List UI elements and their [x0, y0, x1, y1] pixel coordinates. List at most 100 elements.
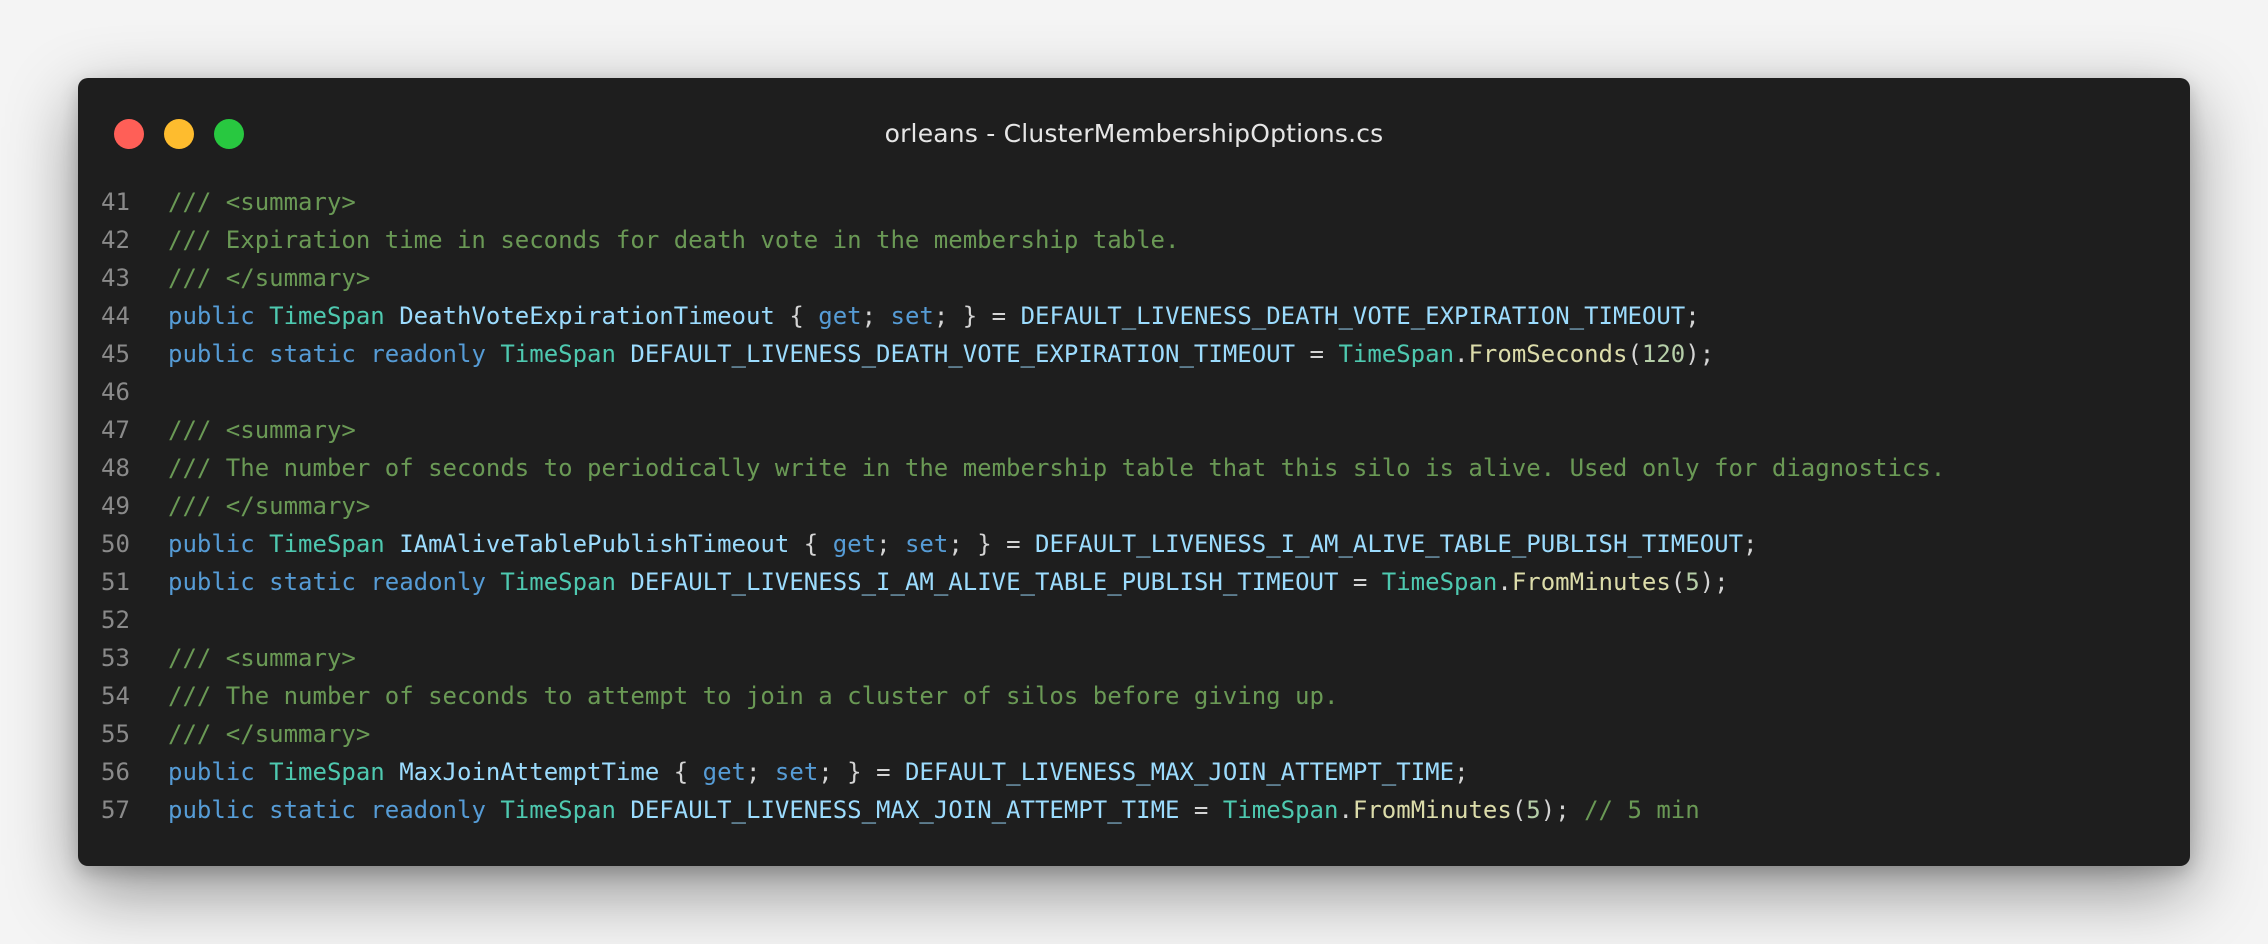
code-token-punct: [385, 758, 399, 786]
code-token-punct: =: [1338, 568, 1382, 596]
code-token-punct: [255, 340, 269, 368]
code-token-punct: [486, 340, 500, 368]
code-token-punct: );: [1699, 568, 1729, 596]
code-token-punct: {: [774, 302, 819, 330]
code-token-punct: (: [1670, 568, 1686, 596]
line-number: 48: [101, 454, 130, 482]
line-number: 52: [101, 606, 130, 634]
code-token-ident: DEFAULT_LIVENESS_MAX_JOIN_ATTEMPT_TIME: [630, 796, 1180, 824]
code-token-comment: /// <summary>: [168, 188, 356, 216]
code-token-punct: ;: [876, 530, 905, 558]
code-token-keyword: get: [702, 758, 747, 786]
line-number: 49: [101, 492, 130, 520]
code-token-comment: /// <summary>: [168, 416, 356, 444]
code-token-keyword: static: [269, 796, 356, 824]
code-token-punct: ; } =: [818, 758, 905, 786]
code-token-punct: .: [1338, 796, 1353, 824]
code-line: 52: [78, 601, 1945, 639]
line-code: /// <summary>: [168, 411, 356, 449]
line-code: /// The number of seconds to periodicall…: [168, 449, 1945, 487]
line-code: /// Expiration time in seconds for death…: [168, 221, 1179, 259]
line-number: 42: [101, 226, 130, 254]
code-token-punct: [356, 340, 370, 368]
code-token-ident: DEFAULT_LIVENESS_I_AM_ALIVE_TABLE_PUBLIS…: [1035, 530, 1744, 558]
code-token-keyword: get: [818, 302, 862, 330]
code-token-keyword: public: [168, 796, 255, 824]
line-number: 57: [101, 796, 130, 824]
window-title: orleans - ClusterMembershipOptions.cs: [884, 119, 1384, 148]
code-line: 54 /// The number of seconds to attempt t…: [78, 677, 1945, 715]
line-number: 45: [101, 340, 130, 368]
code-token-ident: DEFAULT_LIVENESS_DEATH_VOTE_EXPIRATION_T…: [630, 340, 1296, 368]
code-token-keyword: public: [168, 530, 255, 558]
code-token-punct: [356, 796, 370, 824]
code-window: orleans - ClusterMembershipOptions.cs 41…: [78, 78, 2190, 866]
code-editor: 41 /// <summary> 42 /// Expiration time in …: [78, 183, 1945, 829]
code-token-number: 120: [1641, 340, 1686, 368]
code-token-type: TimeSpan: [500, 340, 616, 368]
code-token-type: TimeSpan: [1222, 796, 1339, 824]
code-token-keyword: readonly: [370, 568, 486, 596]
code-token-keyword: set: [904, 530, 949, 558]
code-token-keyword: public: [168, 302, 255, 330]
code-line: 43 /// </summary>: [78, 259, 1945, 297]
code-token-type: TimeSpan: [269, 530, 385, 558]
code-token-type: TimeSpan: [269, 758, 385, 786]
code-token-punct: ;: [746, 758, 775, 786]
code-token-punct: [255, 302, 269, 330]
code-token-type: TimeSpan: [1381, 568, 1498, 596]
code-line: 49 /// </summary>: [78, 487, 1945, 525]
line-number: 51: [101, 568, 130, 596]
code-token-type: TimeSpan: [1338, 340, 1455, 368]
code-token-type: TimeSpan: [269, 302, 385, 330]
code-token-punct: [486, 796, 500, 824]
line-code: /// The number of seconds to attempt to …: [168, 677, 1338, 715]
code-token-punct: ;: [1685, 302, 1700, 330]
line-code: public TimeSpan DeathVoteExpirationTimeo…: [168, 297, 1700, 335]
code-token-punct: .: [1497, 568, 1512, 596]
code-token-keyword: set: [890, 302, 934, 330]
line-code: /// <summary>: [168, 639, 356, 677]
code-line: 48 /// The number of seconds to periodica…: [78, 449, 1945, 487]
code-token-comment: /// </summary>: [168, 720, 371, 748]
code-token-punct: ; } =: [933, 302, 1021, 330]
code-token-ident: DEFAULT_LIVENESS_DEATH_VOTE_EXPIRATION_T…: [1020, 302, 1686, 330]
code-token-punct: [255, 530, 269, 558]
code-token-comment: /// The number of seconds to attempt to …: [168, 682, 1339, 710]
line-number: 41: [101, 188, 130, 216]
code-line: 45 public static readonly TimeSpan DEFAUL…: [78, 335, 1945, 373]
code-token-punct: ; } =: [948, 530, 1036, 558]
code-token-punct: [385, 530, 399, 558]
code-token-comment: /// </summary>: [168, 264, 371, 292]
code-token-punct: =: [1295, 340, 1339, 368]
code-token-keyword: static: [269, 340, 356, 368]
code-line: 53 /// <summary>: [78, 639, 1945, 677]
code-token-punct: (: [1627, 340, 1642, 368]
code-token-punct: [616, 796, 630, 824]
code-token-ident: DeathVoteExpirationTimeout: [399, 302, 775, 330]
code-line: 42 /// Expiration time in seconds for dea…: [78, 221, 1945, 259]
code-token-keyword: static: [269, 568, 356, 596]
line-number: 55: [101, 720, 130, 748]
line-number: 46: [101, 378, 130, 406]
code-line: 44 public TimeSpan DeathVoteExpirationTim…: [78, 297, 1945, 335]
title-bar: orleans - ClusterMembershipOptions.cs: [78, 78, 2190, 178]
code-token-punct: [486, 568, 500, 596]
line-number: 44: [101, 302, 130, 330]
code-token-func: FromMinutes: [1352, 796, 1512, 824]
code-token-punct: ;: [1743, 530, 1758, 558]
line-code: public TimeSpan MaxJoinAttemptTime { get…: [168, 753, 1469, 791]
code-token-comment: /// The number of seconds to periodicall…: [168, 454, 1946, 482]
line-code: /// </summary>: [168, 259, 370, 297]
code-token-number: 5: [1685, 568, 1700, 596]
code-token-punct: ;: [1454, 758, 1469, 786]
code-token-comment: /// Expiration time in seconds for death…: [168, 226, 1180, 254]
code-line: 51 public static readonly TimeSpan DEFAUL…: [78, 563, 1945, 601]
line-number: 43: [101, 264, 130, 292]
code-token-ident: MaxJoinAttemptTime: [399, 758, 660, 786]
code-token-keyword: public: [168, 568, 255, 596]
code-token-punct: =: [1179, 796, 1223, 824]
line-number: 54: [101, 682, 130, 710]
code-token-comment: /// <summary>: [168, 644, 356, 672]
code-token-punct: [616, 340, 630, 368]
